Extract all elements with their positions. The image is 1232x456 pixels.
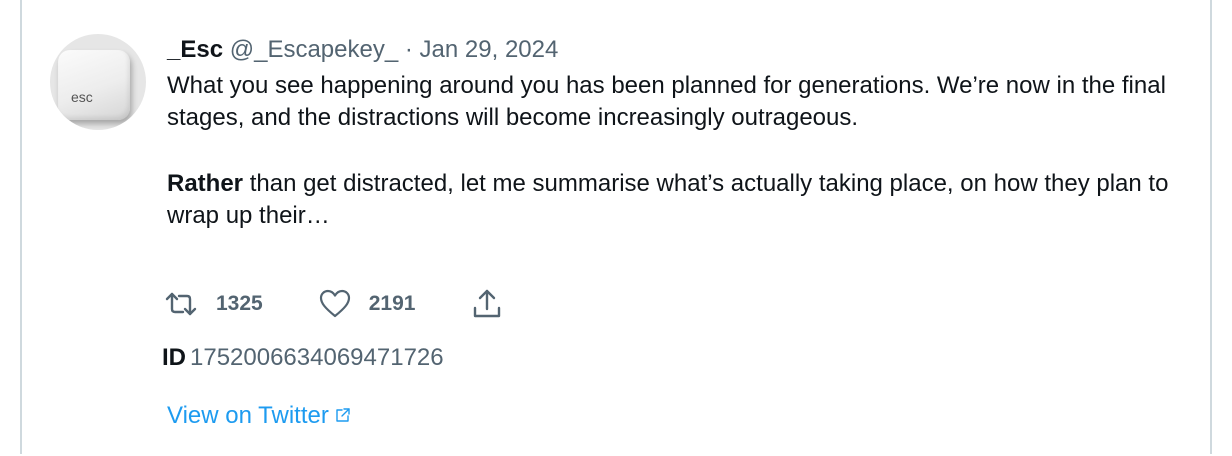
external-link-icon	[329, 400, 351, 432]
tweet-paragraph-2-rest: than get distracted, let me summarise wh…	[167, 170, 1169, 229]
esc-key-image: esc	[58, 50, 130, 120]
tweet-id-value: 1752006634069471726	[190, 344, 444, 371]
tweet-paragraph-2: Rather than get distracted, let me summa…	[167, 168, 1207, 232]
tweet-id-label: ID	[162, 344, 186, 371]
like-count: 2191	[368, 292, 416, 315]
retweet-icon	[164, 289, 198, 319]
tweet-header: _Esc @_Escapekey_ · Jan 29, 2024	[167, 34, 558, 66]
tweet-paragraph-2-bold: Rather	[167, 170, 244, 197]
avatar-key-label: esc	[71, 89, 93, 105]
like-button[interactable]: 2191	[319, 289, 416, 319]
avatar[interactable]: esc	[50, 34, 146, 130]
author-handle[interactable]: @_Escapekey_	[230, 36, 398, 63]
tweet-text: What you see happening around you has be…	[167, 70, 1207, 232]
view-on-twitter-link[interactable]: View on Twitter	[167, 400, 351, 432]
author-name[interactable]: _Esc	[167, 36, 223, 63]
tweet-paragraph-1: What you see happening around you has be…	[167, 72, 1166, 131]
tweet-date[interactable]: Jan 29, 2024	[420, 36, 559, 63]
tweet-id-line: ID 1752006634069471726	[162, 342, 444, 374]
header-separator: ·	[404, 36, 413, 63]
share-button[interactable]	[471, 288, 503, 320]
share-icon	[471, 288, 503, 320]
heart-icon	[319, 289, 351, 319]
view-on-twitter-label: View on Twitter	[167, 402, 329, 429]
retweet-count: 1325	[216, 292, 263, 315]
retweet-button[interactable]: 1325	[164, 289, 263, 319]
tweet-actions: 1325 2191	[164, 284, 559, 324]
